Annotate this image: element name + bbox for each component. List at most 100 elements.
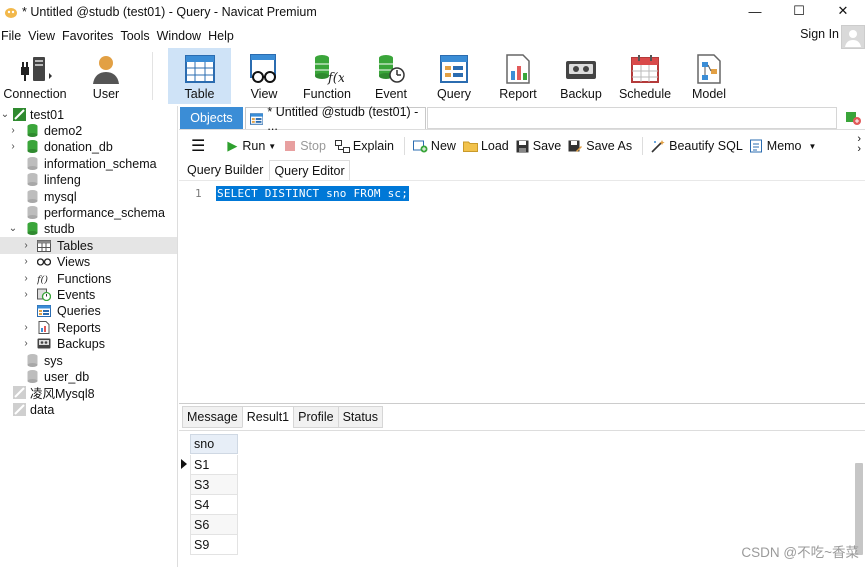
tree-item-performance_schema[interactable]: performance_schema — [0, 204, 177, 221]
chevron-down-icon[interactable]: ⌄ — [8, 223, 18, 234]
tab-query[interactable]: * Untitled @studb (test01) - ... — [245, 107, 426, 129]
menu-view[interactable]: View — [27, 29, 60, 43]
chevron-right-icon[interactable]: › — [21, 338, 31, 349]
table-icon — [184, 53, 216, 85]
tree-item-demo2[interactable]: › demo2 — [0, 122, 177, 139]
chevron-right-icon[interactable]: › — [21, 240, 31, 251]
memo-dropdown-icon[interactable]: ▼ — [809, 142, 817, 151]
tree-item-mysql[interactable]: mysql — [0, 188, 177, 205]
tree-item-lingfeng-mysql8[interactable]: 凌风Mysql8 — [0, 384, 177, 401]
tab-query-editor[interactable]: Query Editor — [269, 160, 349, 180]
table-row[interactable]: S1 — [190, 455, 238, 475]
chevron-right-icon[interactable]: › — [8, 125, 18, 136]
title-bar: * Untitled @studb (test01) - Query - Nav… — [0, 0, 865, 24]
tree-item-tables[interactable]: › Tables — [0, 237, 177, 254]
toolbar-overflow-icon[interactable]: ›› — [857, 134, 861, 154]
hamburger-menu-icon[interactable]: ☰ — [191, 136, 205, 156]
tree-item-queries[interactable]: Queries — [0, 302, 177, 319]
tab-strip-empty — [427, 107, 837, 129]
report-icon — [502, 53, 534, 85]
tree-label: data — [30, 403, 54, 417]
tree-item-information_schema[interactable]: information_schema — [0, 155, 177, 172]
tab-status[interactable]: Status — [338, 406, 383, 428]
explain-button[interactable]: Explain — [335, 139, 394, 153]
new-tab-button[interactable] — [845, 109, 861, 128]
tree-item-studb[interactable]: ⌄ studb — [0, 220, 177, 237]
avatar[interactable] — [841, 25, 865, 49]
toolbar-label: Report — [499, 87, 537, 101]
maximize-button[interactable]: ☐ — [777, 0, 821, 22]
chevron-right-icon[interactable]: › — [8, 141, 18, 152]
toolbar-query-button[interactable]: Query — [427, 48, 481, 104]
menu-help[interactable]: Help — [207, 29, 239, 43]
views-icon — [37, 255, 51, 269]
tree-item-events[interactable]: › Events — [0, 286, 177, 303]
toolbar-connection-button[interactable]: Connection — [2, 48, 68, 104]
save-as-button[interactable]: Save As — [568, 139, 632, 153]
beautify-sql-button[interactable]: Beautify SQL — [651, 139, 743, 153]
connection-icon — [12, 108, 26, 122]
sql-code-line[interactable]: SELECT DISTINCT sno FROM sc; — [216, 186, 409, 201]
menu-window[interactable]: Window — [156, 29, 206, 43]
tab-profile[interactable]: Profile — [293, 406, 338, 428]
chevron-right-icon[interactable]: › — [21, 322, 31, 333]
close-button[interactable]: ✕ — [821, 0, 865, 22]
tables-icon — [37, 239, 51, 253]
toolbar-schedule-button[interactable]: Schedule — [617, 48, 673, 104]
memo-button[interactable]: Memo — [750, 139, 802, 153]
toolbar-function-button[interactable]: f(x) Function — [300, 48, 354, 104]
table-row[interactable]: S9 — [190, 535, 238, 555]
chevron-right-icon[interactable]: › — [21, 256, 31, 267]
toolbar-view-button[interactable]: View — [237, 48, 291, 104]
tab-objects[interactable]: Objects — [180, 107, 243, 129]
toolbar-backup-button[interactable]: Backup — [554, 48, 608, 104]
tree-item-sys[interactable]: sys — [0, 352, 177, 369]
magic-wand-icon — [651, 140, 666, 153]
tab-query-builder[interactable]: Query Builder — [183, 160, 267, 180]
tree-item-donation_db[interactable]: › donation_db — [0, 138, 177, 155]
functions-icon: f() — [37, 272, 51, 286]
new-icon — [413, 140, 428, 153]
new-query-button[interactable]: New — [413, 139, 456, 153]
event-icon — [374, 53, 408, 85]
tree-item-data[interactable]: data — [0, 401, 177, 418]
menu-tools[interactable]: Tools — [119, 29, 154, 43]
database-icon — [25, 370, 39, 384]
chevron-right-icon[interactable]: › — [21, 273, 31, 284]
tab-message[interactable]: Message — [182, 406, 243, 428]
add-tab-icon — [845, 109, 861, 125]
sign-in-link[interactable]: Sign In — [800, 27, 839, 41]
tree-item-linfeng[interactable]: linfeng — [0, 171, 177, 188]
table-row[interactable]: S3 — [190, 475, 238, 495]
column-header-sno[interactable]: sno — [190, 434, 238, 454]
minimize-button[interactable]: — — [733, 0, 777, 22]
backups-icon — [37, 337, 51, 351]
save-button[interactable]: Save — [516, 139, 562, 153]
chevron-right-icon[interactable]: › — [21, 289, 31, 300]
table-row[interactable]: S4 — [190, 495, 238, 515]
tab-result1[interactable]: Result1 — [242, 406, 294, 428]
result-tabs: Message Result1 Profile Status — [182, 406, 382, 428]
tree-item-views[interactable]: › Views — [0, 253, 177, 270]
database-icon — [25, 354, 39, 368]
menu-file[interactable]: File — [0, 29, 26, 43]
sql-editor[interactable]: 1 SELECT DISTINCT sno FROM sc; — [179, 180, 865, 402]
tree-item-backups[interactable]: › Backups — [0, 335, 177, 352]
tree-item-reports[interactable]: › Reports — [0, 319, 177, 336]
run-button[interactable]: ▶ Run — [227, 138, 265, 154]
table-row[interactable]: S6 — [190, 515, 238, 535]
database-icon — [25, 222, 39, 236]
load-button[interactable]: Load — [463, 139, 509, 153]
tree-item-functions[interactable]: › f() Functions — [0, 270, 177, 287]
toolbar-label: View — [251, 87, 278, 101]
tree-item-test01[interactable]: ⌄ test01 — [0, 106, 177, 123]
toolbar-event-button[interactable]: Event — [364, 48, 418, 104]
toolbar-report-button[interactable]: Report — [491, 48, 545, 104]
toolbar-table-button[interactable]: Table — [168, 48, 231, 104]
run-dropdown-icon[interactable]: ▼ — [268, 142, 276, 151]
save-icon — [516, 140, 529, 153]
menu-favorites[interactable]: Favorites — [61, 29, 118, 43]
chevron-down-icon[interactable]: ⌄ — [0, 109, 10, 120]
toolbar-user-button[interactable]: User — [80, 48, 132, 104]
toolbar-model-button[interactable]: Model — [682, 48, 736, 104]
